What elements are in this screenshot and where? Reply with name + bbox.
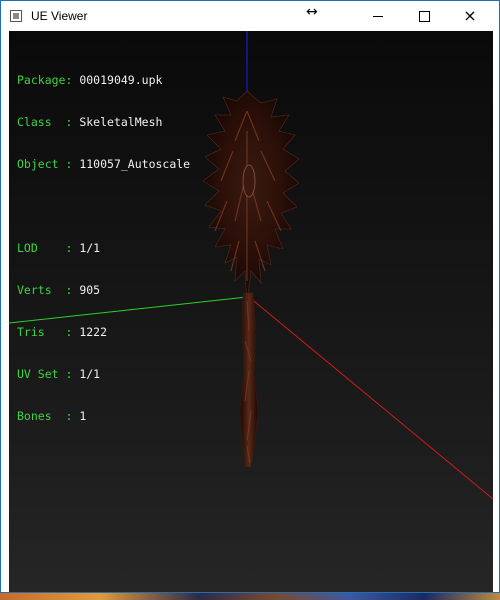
info-tris-row: Tris : 1222	[17, 325, 190, 339]
close-button[interactable]: ×	[447, 1, 493, 31]
info-class-label: Class :	[17, 115, 73, 129]
info-bones-row: Bones : 1	[17, 409, 190, 423]
info-uvset-row: UV Set : 1/1	[17, 367, 190, 381]
ue-viewer-window: UE Viewer ↔ × Package: 00019049.upk Clas…	[0, 0, 500, 593]
info-uvset-value: 1/1	[79, 367, 101, 381]
maximize-button[interactable]	[401, 1, 447, 31]
info-package-value: 00019049.upk	[79, 73, 163, 87]
info-verts-value: 905	[79, 283, 101, 297]
close-icon: ×	[463, 6, 477, 25]
ue-viewer-icon	[10, 10, 22, 22]
info-tris-label: Tris :	[17, 325, 73, 339]
info-uvset-label: UV Set :	[17, 367, 73, 381]
title-bar[interactable]: UE Viewer ↔ ×	[1, 1, 499, 31]
maximize-icon	[418, 10, 430, 22]
info-package-label: Package:	[17, 73, 73, 87]
mesh-handle	[239, 292, 259, 468]
info-spacer	[17, 199, 190, 213]
info-object-row: Object : 110057_Autoscale	[17, 157, 190, 171]
info-tris-value: 1222	[79, 325, 108, 339]
x-axis-line	[248, 296, 493, 500]
info-object-label: Object :	[17, 157, 73, 171]
info-lod-row: LOD : 1/1	[17, 241, 190, 255]
minimize-icon	[373, 15, 383, 17]
minimize-button[interactable]	[355, 1, 401, 31]
info-object-value: 110057_Autoscale	[79, 157, 191, 171]
3d-viewport[interactable]: Package: 00019049.upk Class : SkeletalMe…	[9, 31, 493, 592]
resize-arrow-icon: ↔	[306, 4, 318, 20]
info-verts-row: Verts : 905	[17, 283, 190, 297]
info-lod-value: 1/1	[79, 241, 101, 255]
info-lod-label: LOD :	[17, 241, 73, 255]
info-class-row: Class : SkeletalMesh	[17, 115, 190, 129]
skeletal-mesh	[202, 90, 300, 468]
info-overlay: Package: 00019049.upk Class : SkeletalMe…	[17, 45, 190, 451]
mesh-center-ornament	[242, 164, 256, 198]
info-package-row: Package: 00019049.upk	[17, 73, 190, 87]
info-bones-label: Bones :	[17, 409, 73, 423]
info-class-value: SkeletalMesh	[79, 115, 163, 129]
info-verts-label: Verts :	[17, 283, 73, 297]
info-bones-value: 1	[79, 409, 87, 423]
window-title: UE Viewer	[31, 9, 88, 23]
